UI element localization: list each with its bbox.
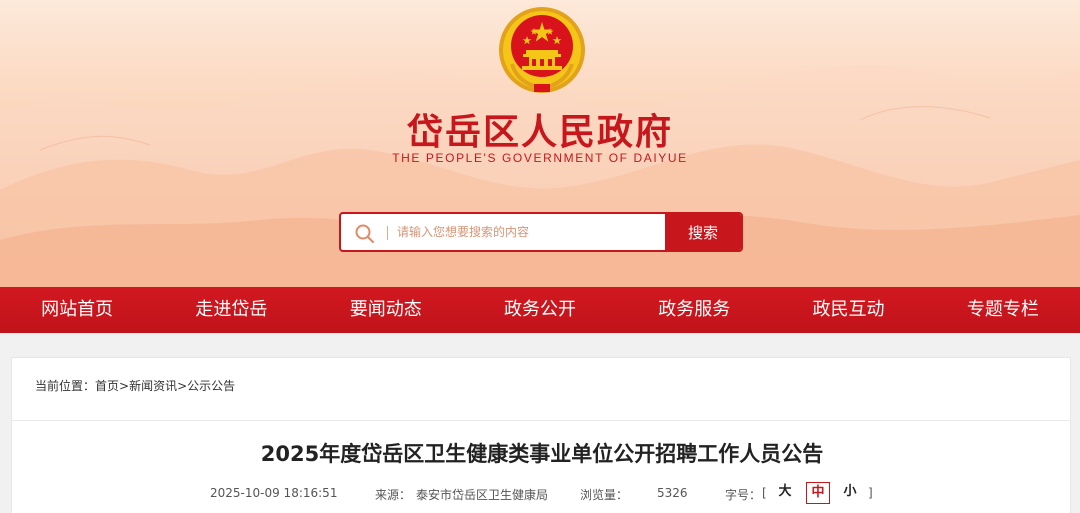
font-size-large-button[interactable]: 大 xyxy=(773,482,797,504)
main-nav: 网站首页 走进岱岳 要闻动态 政务公开 政务服务 政民互动 专题专栏 xyxy=(0,287,1080,333)
font-size-label: 字号： xyxy=(725,488,762,502)
breadcrumb-item-news[interactable]: 新闻资讯 xyxy=(129,379,177,393)
nav-item-news[interactable]: 要闻动态 xyxy=(309,287,463,333)
views-count: 5326 xyxy=(657,486,688,500)
nav-item-gov-services[interactable]: 政务服务 xyxy=(617,287,771,333)
breadcrumb-separator: > xyxy=(119,379,130,393)
national-emblem-icon xyxy=(499,7,585,93)
breadcrumb-item-home[interactable]: 首页 xyxy=(95,379,119,393)
bracket-close: ] xyxy=(868,486,873,500)
nav-item-about-daiyue[interactable]: 走进岱岳 xyxy=(154,287,308,333)
site-title: 岱岳区人民政府 xyxy=(406,112,673,153)
search-icon xyxy=(355,224,374,243)
breadcrumb-prefix: 当前位置： xyxy=(35,379,96,393)
article-title: 2025年度岱岳区卫生健康类事业单位公开招聘工作人员公告 xyxy=(260,442,824,466)
breadcrumb-item-notices[interactable]: 公示公告 xyxy=(187,379,235,393)
search-input[interactable] xyxy=(397,214,665,250)
nav-item-gov-disclosure[interactable]: 政务公开 xyxy=(463,287,617,333)
search-button[interactable]: 搜索 xyxy=(665,214,741,250)
source-value: 泰安市岱岳区卫生健康局 xyxy=(416,488,549,502)
nav-item-interaction[interactable]: 政民互动 xyxy=(771,287,925,333)
article-meta: 2025-10-09 18:16:51 来源： 泰安市岱岳区卫生健康局 浏览量：… xyxy=(12,482,1072,506)
breadcrumb-separator: > xyxy=(177,379,188,393)
nav-item-special-topics[interactable]: 专题专栏 xyxy=(926,287,1080,333)
search-divider xyxy=(387,226,388,240)
article-card: 当前位置：首页>新闻资讯>公示公告 2025年度岱岳区卫生健康类事业单位公开招聘… xyxy=(11,357,1071,513)
breadcrumb: 当前位置：首页>新闻资讯>公示公告 xyxy=(12,358,1070,421)
publish-date: 2025-10-09 18:16:51 xyxy=(210,486,338,500)
source-label: 来源： xyxy=(375,488,412,502)
header-banner: 岱岳区人民政府 THE PEOPLE'S GOVERNMENT OF DAIYU… xyxy=(0,0,1080,287)
site-subtitle: THE PEOPLE'S GOVERNMENT OF DAIYUE xyxy=(392,151,688,165)
bracket-open: [ xyxy=(762,486,767,500)
search-box: 搜索 xyxy=(339,212,743,252)
views-label: 浏览量： xyxy=(580,488,629,502)
font-size-small-button[interactable]: 小 xyxy=(838,482,862,504)
font-size-medium-button[interactable]: 中 xyxy=(806,482,830,504)
nav-item-home[interactable]: 网站首页 xyxy=(0,287,154,333)
